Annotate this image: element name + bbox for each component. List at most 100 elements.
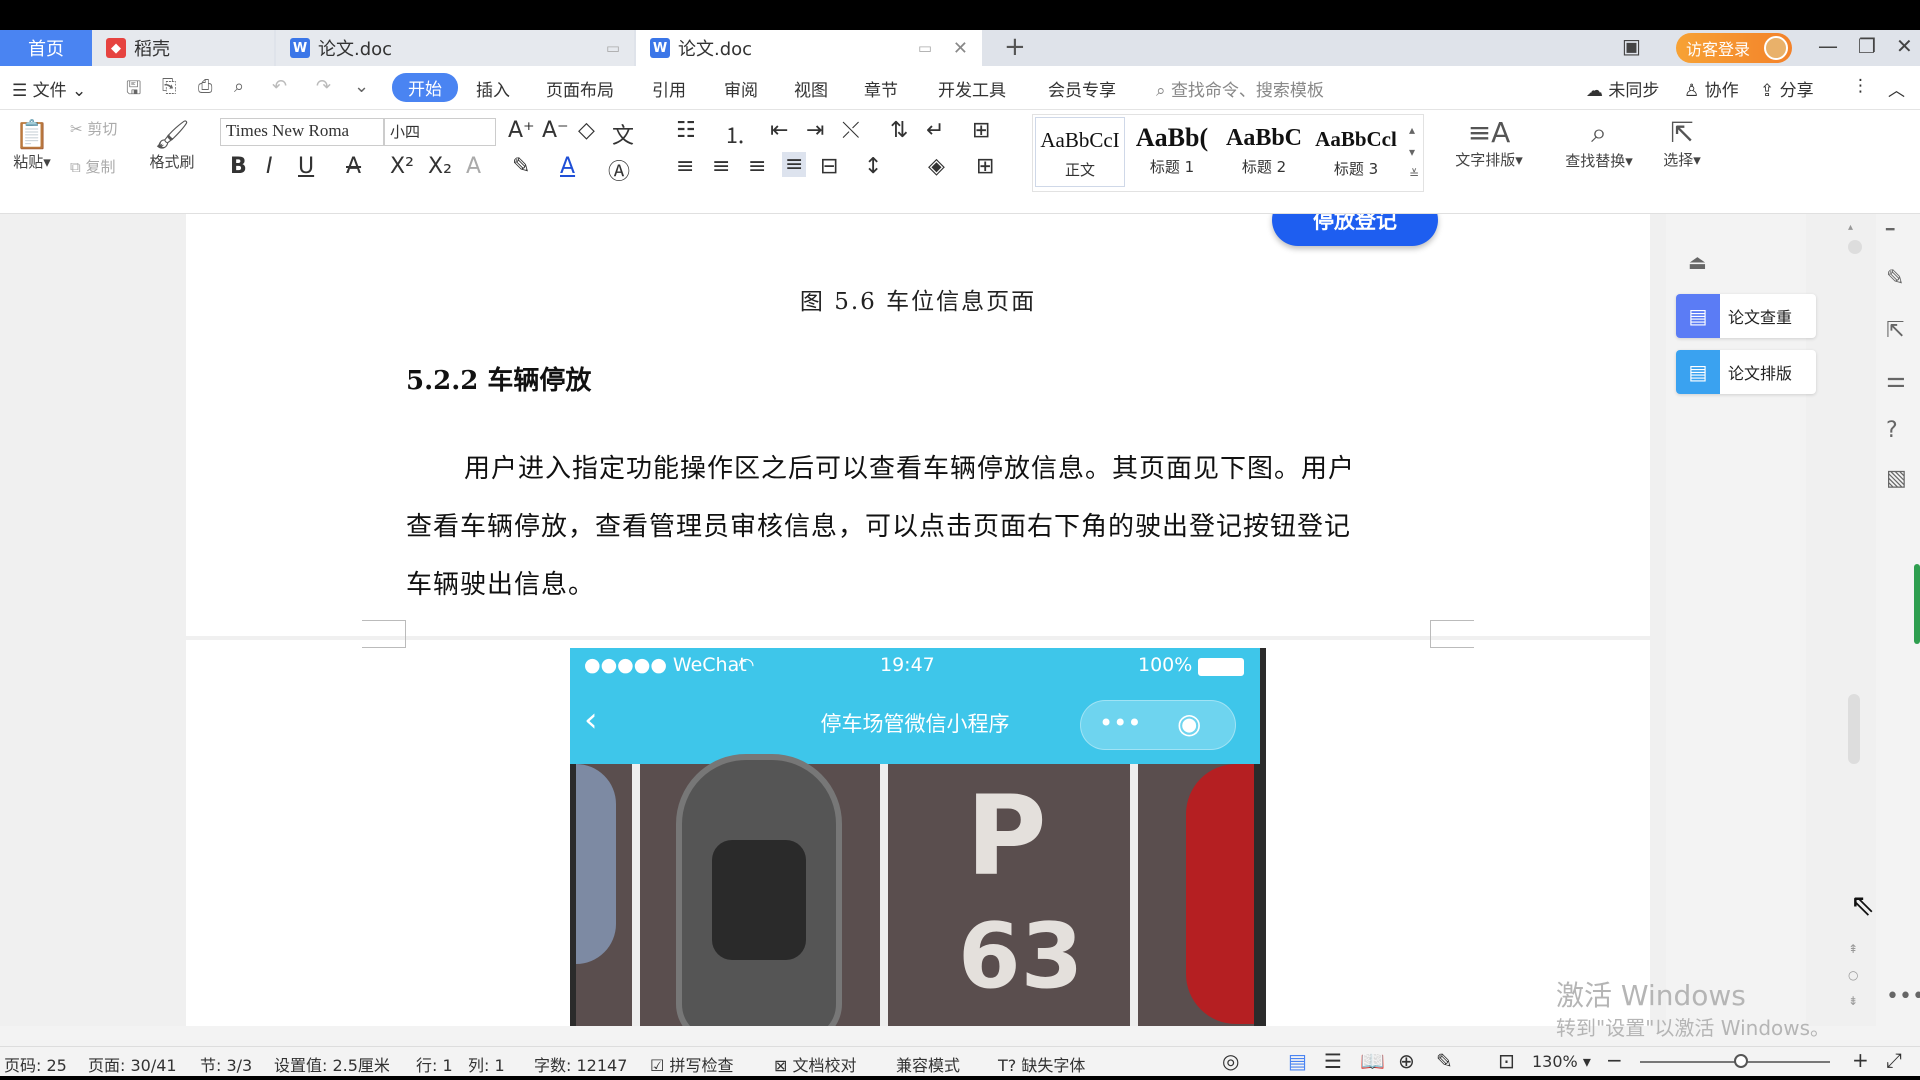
page-view-icon[interactable]: ▤ [1288,1049,1307,1073]
font-color-icon[interactable]: A [560,154,575,179]
pen-icon[interactable]: ✎ [1886,266,1904,291]
status-setting[interactable]: 设置值: 2.5厘米 [274,1052,390,1076]
menu-page-layout[interactable]: 页面布局 [546,76,614,101]
find-replace-button[interactable]: ⌕ 查找替换▾ [1556,116,1642,171]
file-menu[interactable]: ☰ 文件 ⌄ [12,76,86,101]
align-right-icon[interactable]: ≡ [748,154,766,179]
undo-icon[interactable]: ↶ [272,76,287,97]
more-icon[interactable]: ⋮ [1852,76,1869,96]
char-border-icon[interactable]: Ⓐ [608,154,630,186]
superscript-icon[interactable]: X² [390,154,414,179]
document-canvas[interactable]: 停放登记 图 5.6 车位信息页面 5.2.2 车辆停放 用户进入指定功能操作区… [0,214,1880,1026]
sync-button[interactable]: ☁ 未同步 [1586,76,1659,101]
menu-references[interactable]: 引用 [652,76,686,101]
highlight-icon[interactable]: ✎ [512,154,530,179]
distribute-icon[interactable]: ⊟ [820,154,838,179]
tab-doc-1[interactable]: W 论文.doc ▭ [276,30,634,66]
style-normal[interactable]: AaBbCcI 正文 [1035,117,1125,187]
underline-icon[interactable]: U [298,154,314,179]
align-left-icon[interactable]: ≡ [676,154,694,179]
print-preview-icon[interactable]: ⌕ [234,76,244,97]
menu-view[interactable]: 视图 [794,76,828,101]
style-heading-2[interactable]: AaBbC 标题 2 [1219,117,1309,187]
status-page-code[interactable]: 页码: 25 [4,1052,67,1076]
image-tool-icon[interactable]: ▧ [1886,466,1907,491]
status-page[interactable]: 页面: 30/41 [88,1052,177,1076]
zoom-out-icon[interactable]: − [1606,1048,1623,1072]
tab-doc-2[interactable]: W 论文.doc ▭ ✕ [636,30,982,66]
status-row[interactable]: 行: 1 [416,1052,453,1076]
proofread-button[interactable]: ⊠ 文档校对 [774,1052,857,1076]
font-size-select[interactable]: 小四 [384,118,496,146]
format-painter-button[interactable]: 🖌 格式刷 [146,118,198,172]
more-dots-icon[interactable]: ••• [1886,984,1920,1009]
customize-icon[interactable]: ⌄ [354,76,369,97]
status-col[interactable]: 列: 1 [468,1052,505,1076]
spell-check-button[interactable]: ☑ 拼写检查 [650,1052,733,1076]
new-tab-button[interactable]: + [1004,32,1026,62]
redo-icon[interactable]: ↷ [316,76,331,97]
cut-button[interactable]: ✂ 剪切 [70,118,117,139]
paper-format-button[interactable]: ▤ 论文排版 [1676,350,1816,394]
align-center-icon[interactable]: ≡ [712,154,730,179]
ruler-icon[interactable]: ⊞ [972,118,990,143]
bold-icon[interactable]: B [230,154,247,179]
line-spacing-icon[interactable]: ↕ [864,154,882,179]
help-icon[interactable]: ? [1886,418,1898,443]
italic-icon[interactable]: I [266,154,273,179]
style-heading-1[interactable]: AaBb(标题 1 [1127,117,1217,187]
menu-chapter[interactable]: 章节 [864,76,898,101]
show-marks-icon[interactable]: ↵ [926,118,944,143]
copy-button[interactable]: ⧉ 复制 [70,156,116,177]
fit-page-icon[interactable]: ⊡ [1498,1049,1515,1073]
menu-dev-tools[interactable]: 开发工具 [938,76,1006,101]
chinese-layout-icon[interactable]: ⤬ [842,118,860,143]
scroll-up-icon[interactable]: ▴ [1848,222,1853,233]
bullet-list-icon[interactable]: ☷ [676,118,696,143]
collapse-ribbon-icon[interactable]: ︿ [1888,76,1905,101]
window-mini-icon[interactable]: ▭ [918,39,932,57]
tab-home[interactable]: 首页 [0,30,92,66]
command-search[interactable]: ⌕ 查找命令、搜索模板 [1156,76,1324,101]
write-view-icon[interactable]: ✎ [1436,1049,1453,1073]
missing-font-button[interactable]: T? 缺失字体 [998,1052,1085,1076]
decrease-indent-icon[interactable]: ⇤ [770,118,788,143]
zoom-in-icon[interactable]: + [1852,1048,1869,1072]
borders-icon[interactable]: ⊞ [976,154,994,179]
eye-protect-icon[interactable]: ◎ [1222,1049,1239,1073]
read-view-icon[interactable]: 📖 [1360,1049,1385,1073]
close-window-icon[interactable]: ✕ [1896,34,1913,58]
clear-format-icon[interactable]: ◇ [578,118,595,143]
grow-font-icon[interactable]: A⁺ [508,118,535,143]
zoom-select[interactable]: 130% ▾ [1532,1052,1591,1071]
outline-view-icon[interactable]: ☰ [1324,1049,1342,1073]
page[interactable]: ●●●●● WeChat ◠ 19:47 100% ‹ 停车场管微信小程序 ••… [186,632,1650,1026]
text-effect-icon[interactable]: A [466,154,481,179]
justify-icon[interactable]: ≡ [782,152,807,177]
window-count-icon[interactable]: ▣ [1622,34,1641,58]
minimize-icon[interactable]: — [1818,34,1838,58]
select-button[interactable]: ⇱ 选择▾ [1654,116,1710,170]
adjust-icon[interactable]: ⚌ [1886,368,1906,393]
menu-member[interactable]: 会员专享 [1048,76,1116,101]
strip-handle-icon[interactable]: ━ [1886,222,1894,238]
print-icon[interactable]: ⎙ [198,76,212,97]
collapse-panel-icon[interactable]: ⏏ [1688,250,1707,274]
status-section[interactable]: 节: 3/3 [200,1052,252,1076]
numbered-list-icon[interactable]: ⒈ [724,118,746,150]
save-icon[interactable]: 🖫 [126,76,141,106]
close-tab-icon[interactable]: ✕ [953,38,968,59]
tab-daoke[interactable]: ◆ 稻壳 [92,30,274,66]
restore-icon[interactable]: ❐ [1858,34,1876,58]
zoom-slider-handle[interactable] [1734,1054,1748,1068]
style-scroll-icon[interactable]: ▴ ▾ ≚ [1409,119,1419,185]
page[interactable]: 停放登记 图 5.6 车位信息页面 5.2.2 车辆停放 用户进入指定功能操作区… [186,214,1650,636]
scroll-top-icon[interactable] [1848,240,1862,254]
text-layout-button[interactable]: ≡A 文字排版▾ [1446,116,1532,170]
menu-insert[interactable]: 插入 [476,76,510,101]
guest-login-button[interactable]: 访客登录 [1676,33,1792,63]
sort-icon[interactable]: ⇅ [890,118,908,143]
web-view-icon[interactable]: ⊕ [1398,1049,1415,1073]
menu-start[interactable]: 开始 [392,73,458,102]
share-button[interactable]: ⇪ 分享 [1760,76,1814,101]
